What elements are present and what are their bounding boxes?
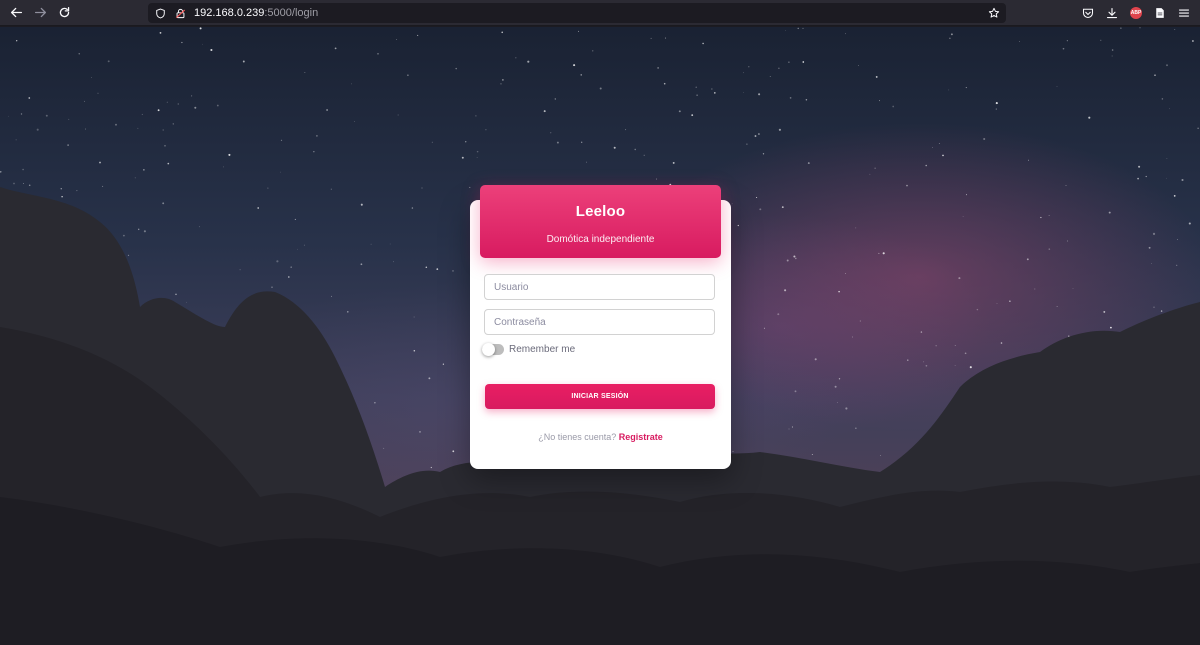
app-title: Leeloo [575,203,626,220]
login-card: Leeloo Domótica independiente Remember m… [470,185,731,469]
url-bar[interactable]: 192.168.0.239:5000/login [148,3,1006,23]
username-input[interactable] [484,274,715,300]
reload-icon[interactable] [53,2,75,24]
password-input[interactable] [484,309,715,335]
toggle-knob [482,343,495,356]
reader-icon[interactable] [1150,3,1170,23]
card-header: Leeloo Domótica independiente [480,185,721,258]
menu-icon[interactable] [1174,3,1194,23]
pocket-icon[interactable] [1078,3,1098,23]
shield-icon[interactable] [152,5,168,21]
forward-icon[interactable] [29,2,51,24]
login-button[interactable]: INICIAR SESIÓN [485,384,715,409]
remember-me[interactable]: Remember me [482,343,576,356]
browser-toolbar: 192.168.0.239:5000/login ABP [0,0,1200,26]
signup-prompt: ¿No tienes cuenta? Registrate [470,432,731,442]
download-icon[interactable] [1102,3,1122,23]
bookmark-star-icon[interactable] [986,5,1002,21]
adblock-label: ABP [1130,7,1142,19]
adblock-icon[interactable]: ABP [1126,3,1146,23]
back-icon[interactable] [5,2,27,24]
lock-insecure-icon[interactable] [172,5,188,21]
signup-question: ¿No tienes cuenta? [538,432,617,442]
url-path: :5000/login [264,7,319,19]
url-host: 192.168.0.239 [194,7,265,19]
remember-toggle[interactable] [482,343,504,356]
login-page: Leeloo Domótica independiente Remember m… [0,27,1200,645]
remember-label: Remember me [509,344,576,355]
register-link[interactable]: Registrate [619,432,663,442]
app-subtitle: Domótica independiente [546,234,655,245]
